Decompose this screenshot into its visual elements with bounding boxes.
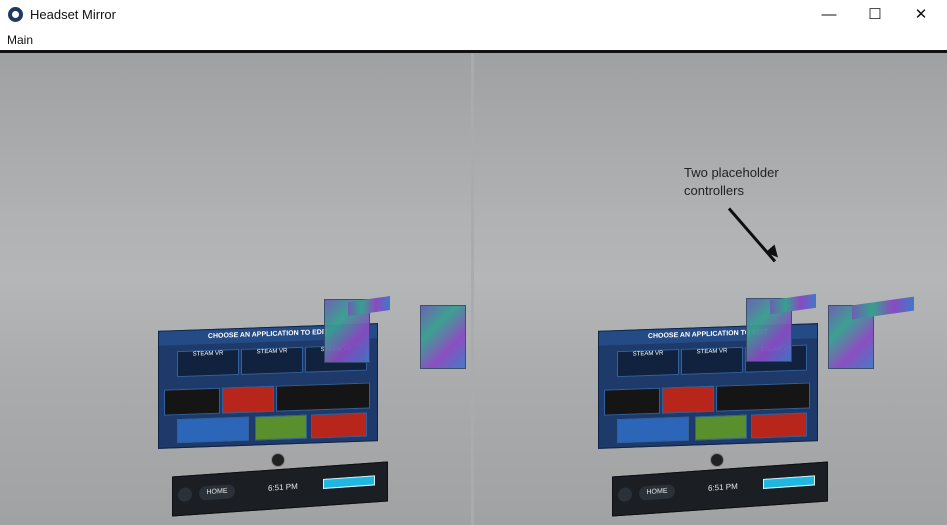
app-tile: STEAM VR (681, 346, 743, 375)
dock-home-button: HOME (639, 484, 675, 501)
right-eye-view: CHOOSE AN APPLICATION TO EDIT STEAM VR S… (474, 53, 945, 525)
title-bar: Headset Mirror — ☐ ✕ (0, 0, 947, 30)
vr-dock: HOME 6:51 PM (172, 461, 388, 517)
controller-bar (852, 296, 914, 320)
volume-slider (763, 475, 815, 489)
menu-item-main[interactable]: Main (7, 33, 33, 47)
close-button[interactable]: ✕ (898, 0, 944, 30)
pointer-ball (271, 453, 285, 467)
controller-bar (770, 293, 816, 315)
dock-time: 6:51 PM (268, 481, 298, 493)
pointer-ball (710, 453, 724, 467)
app-tile (222, 385, 274, 414)
window-title: Headset Mirror (30, 7, 116, 22)
app-tile: STEAM VR (177, 349, 239, 378)
dock-icon (618, 487, 632, 503)
app-tile: STEAM VR (241, 346, 303, 375)
app-tile (662, 385, 714, 414)
app-tile (751, 412, 807, 439)
app-tile (604, 387, 660, 416)
app-tile (164, 387, 220, 416)
app-tile (177, 416, 249, 444)
app-tile (695, 414, 747, 441)
volume-slider (323, 475, 375, 489)
app-tile (716, 382, 810, 412)
minimize-button[interactable]: — (806, 0, 852, 30)
maximize-button[interactable]: ☐ (852, 0, 898, 30)
app-tile: STEAM VR (617, 349, 679, 378)
app-icon (8, 7, 23, 22)
annotation-text: Two placeholder controllers (684, 165, 779, 198)
dock-icon (178, 487, 192, 503)
app-tile (276, 382, 370, 412)
dock-time: 6:51 PM (708, 481, 738, 493)
app-tile (617, 416, 689, 444)
app-tile (255, 414, 307, 441)
controller-model (420, 305, 466, 369)
left-eye-view: CHOOSE AN APPLICATION TO EDIT STEAM VR S… (0, 53, 471, 525)
menu-bar: Main (0, 30, 947, 50)
dock-home-button: HOME (199, 484, 235, 501)
app-tile (311, 412, 367, 439)
headset-mirror-viewport[interactable]: CHOOSE AN APPLICATION TO EDIT STEAM VR S… (0, 53, 947, 525)
vr-dock: HOME 6:51 PM (612, 461, 828, 517)
